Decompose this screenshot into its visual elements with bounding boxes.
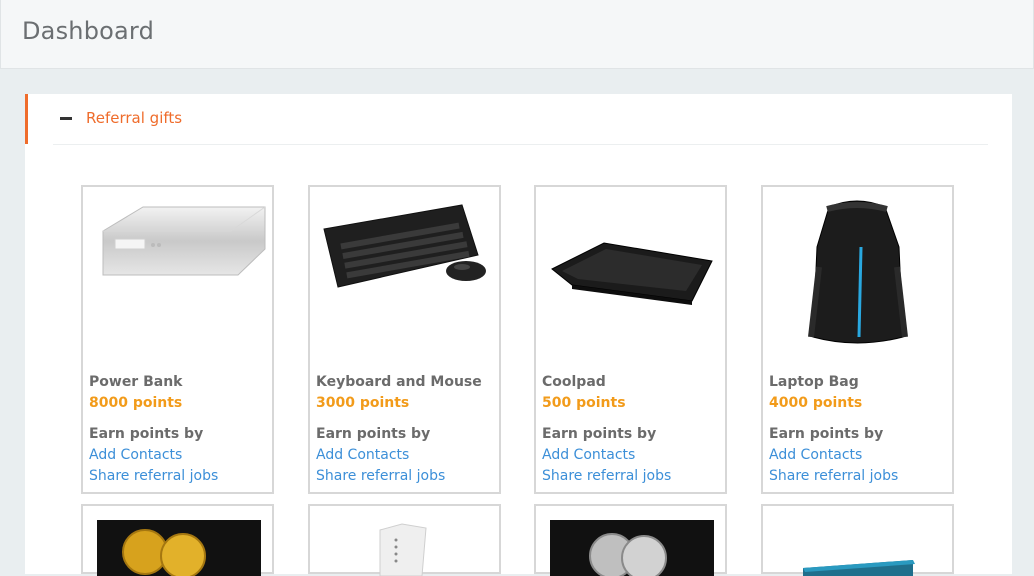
share-referral-jobs-link[interactable]: Share referral jobs — [542, 468, 671, 484]
gift-name: Power Bank — [89, 374, 183, 390]
add-contacts-link[interactable]: Add Contacts — [769, 447, 862, 463]
laptop-bag-image — [763, 187, 952, 367]
add-contacts-link[interactable]: Add Contacts — [542, 447, 635, 463]
panel-title[interactable]: Referral gifts — [86, 109, 182, 127]
earn-label: Earn points by — [316, 426, 431, 442]
earn-label: Earn points by — [542, 426, 657, 442]
gift-card-image — [763, 506, 952, 576]
gift-points: 8000 points — [89, 395, 183, 411]
minus-icon[interactable] — [60, 117, 72, 120]
gold-coins-image — [83, 506, 272, 576]
referral-gifts-panel: Referral gifts Power Bank 8000 points Ea… — [25, 94, 1015, 576]
gift-points: 4000 points — [769, 395, 863, 411]
panel-header[interactable]: Referral gifts — [25, 94, 1015, 144]
gift-name: Keyboard and Mouse — [316, 374, 482, 390]
gift-card — [81, 504, 274, 576]
gift-card: Keyboard and Mouse 3000 points Earn poin… — [308, 185, 501, 494]
earn-label: Earn points by — [769, 426, 884, 442]
gift-card — [308, 504, 501, 576]
gift-points: 3000 points — [316, 395, 410, 411]
coolpad-image — [536, 187, 725, 367]
keyboard-mouse-image — [310, 187, 499, 367]
page-title: Dashboard — [22, 17, 155, 45]
share-referral-jobs-link[interactable]: Share referral jobs — [89, 468, 218, 484]
gift-card: Power Bank 8000 points Earn points by Ad… — [81, 185, 274, 494]
earn-label: Earn points by — [89, 426, 204, 442]
divider — [53, 144, 988, 145]
gift-card: Coolpad 500 points Earn points by Add Co… — [534, 185, 727, 494]
share-referral-jobs-link[interactable]: Share referral jobs — [316, 468, 445, 484]
gift-name: Laptop Bag — [769, 374, 859, 390]
gift-points: 500 points — [542, 395, 626, 411]
share-referral-jobs-link[interactable]: Share referral jobs — [769, 468, 898, 484]
gift-name: Coolpad — [542, 374, 606, 390]
add-contacts-link[interactable]: Add Contacts — [89, 447, 182, 463]
gift-card: Laptop Bag 4000 points Earn points by Ad… — [761, 185, 954, 494]
page-header: Dashboard — [0, 0, 1034, 69]
silver-coins-image — [536, 506, 725, 576]
power-bank-image — [310, 506, 499, 576]
gift-card — [534, 504, 727, 576]
power-bank-image — [83, 187, 272, 367]
add-contacts-link[interactable]: Add Contacts — [316, 447, 409, 463]
gift-card — [761, 504, 954, 576]
